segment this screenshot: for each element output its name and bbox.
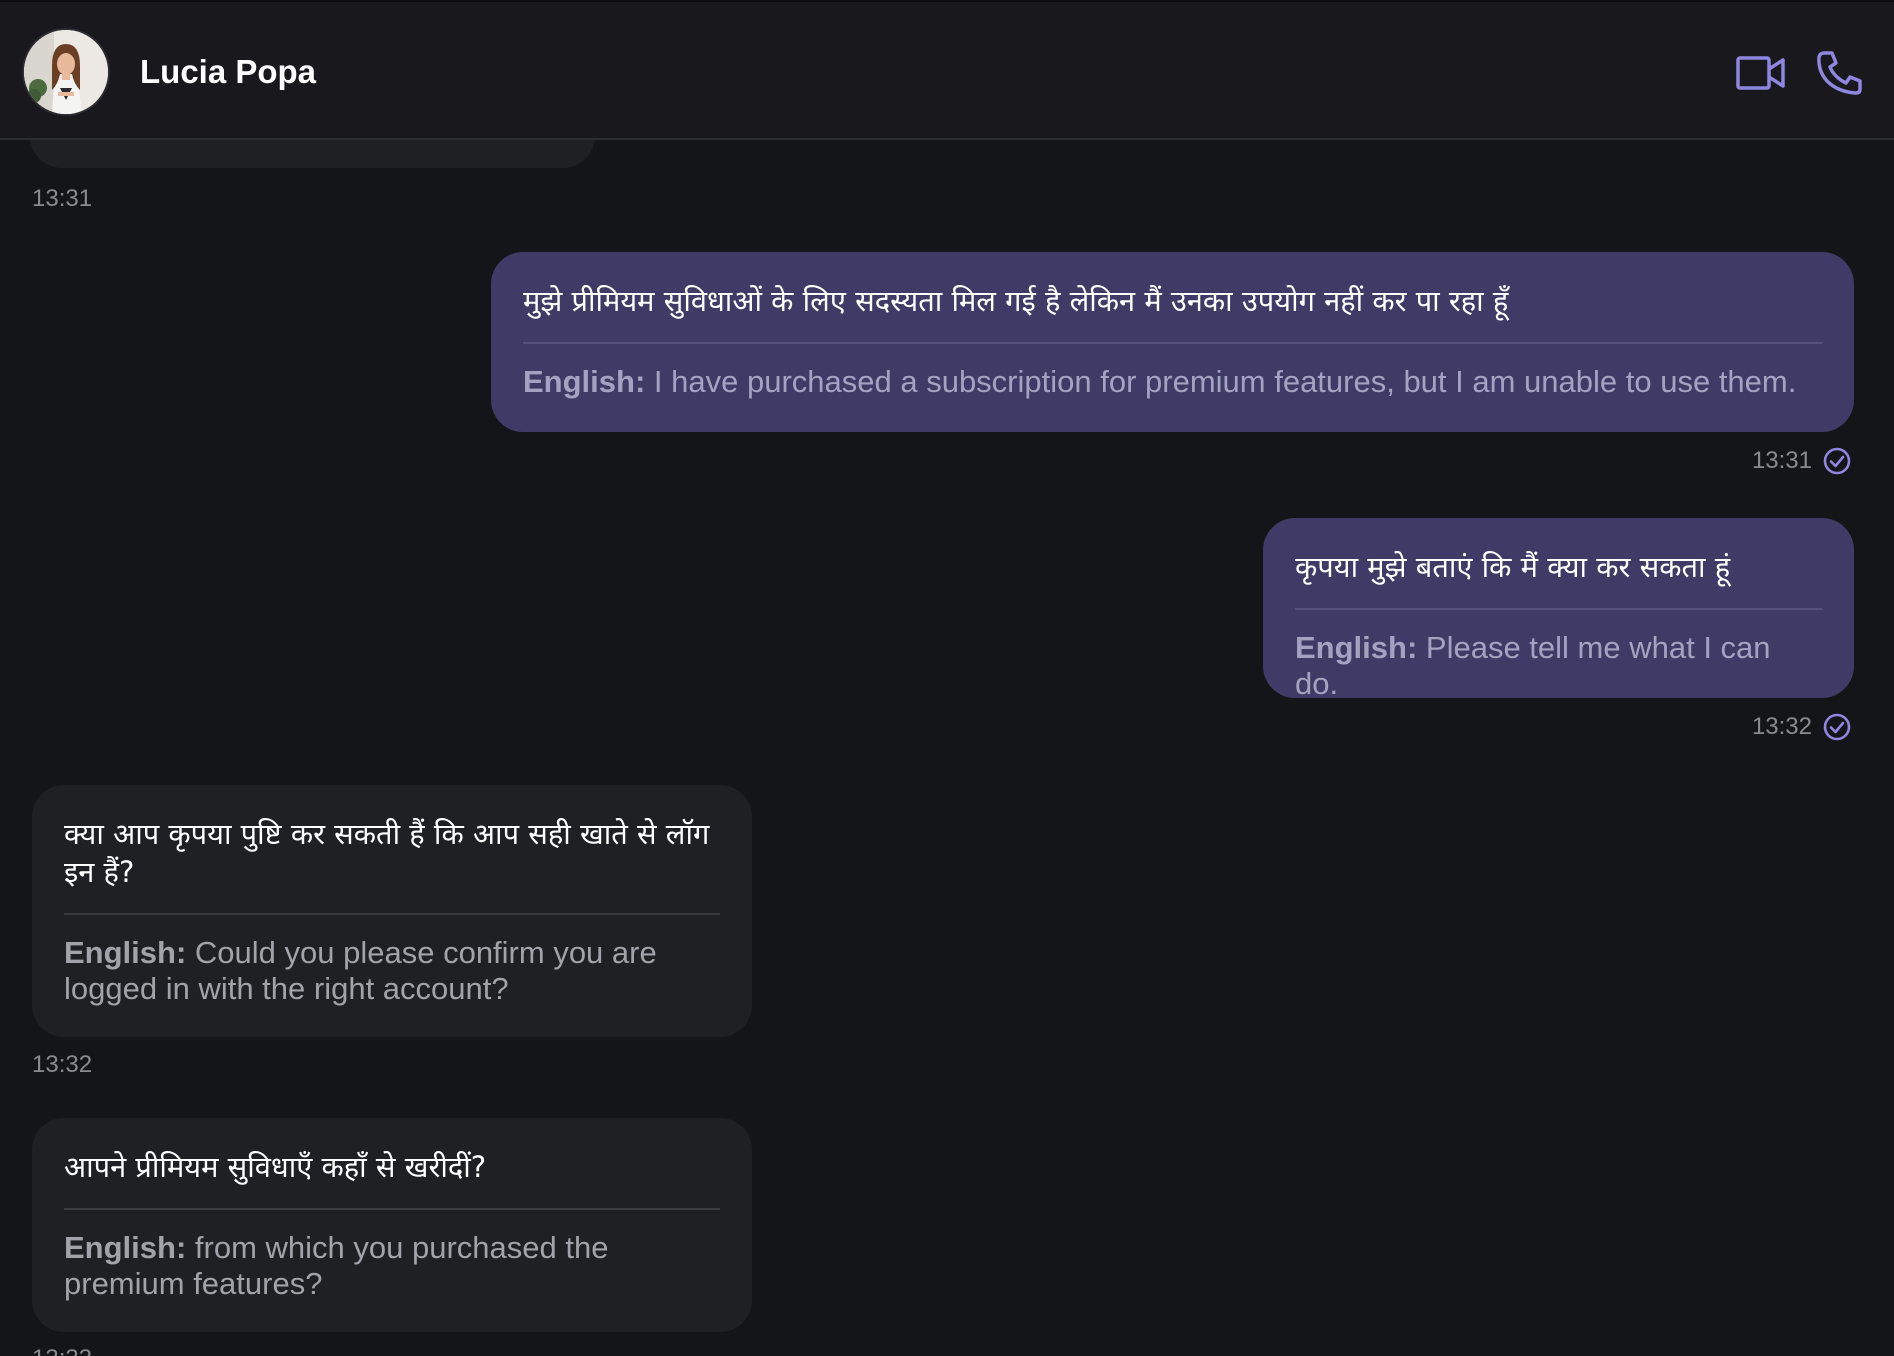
read-check-icon <box>1823 447 1851 475</box>
message-bubble-outgoing[interactable]: कृपया मुझे बताएं कि मैं क्या कर सकता हूं… <box>1263 518 1854 701</box>
message-timestamp: 13:31 <box>1751 447 1812 474</box>
message-bubble-incoming[interactable]: आपने प्रीमियम सुविधाएँ कहाँ से खरीदीं? E… <box>32 1118 752 1332</box>
divider <box>1295 608 1822 610</box>
video-camera-icon <box>1736 56 1785 90</box>
translation-label: English: <box>64 1230 187 1265</box>
read-check-icon <box>1823 713 1851 741</box>
voice-call-button[interactable] <box>1814 47 1866 99</box>
message-original-text: कृपया मुझे बताएं कि मैं क्या कर सकता हूं <box>1295 550 1731 584</box>
message-original-text: मुझे प्रीमियम सुविधाओं के लिए सदस्यता मि… <box>523 284 1509 318</box>
message-list[interactable]: 13:31 मुझे प्रीमियम सुविधाओं के लिए सदस्… <box>0 140 1894 1356</box>
divider <box>64 1208 720 1210</box>
profile-photo <box>24 30 108 114</box>
translation-text: I have purchased a subscription for prem… <box>653 364 1797 399</box>
message-timestamp: 13:32 <box>32 1051 93 1078</box>
message-timestamp: 13:33 <box>32 1344 92 1356</box>
message-bubble-incoming[interactable] <box>30 140 595 168</box>
translation-label: English: <box>64 935 187 970</box>
message-translation: English: Please tell me what I can do. <box>1295 630 1822 702</box>
divider <box>64 913 720 915</box>
message-bubble-incoming[interactable]: क्या आप कृपया पुष्टि कर सकती हैं कि आप स… <box>32 785 752 1037</box>
translation-label: English: <box>1295 630 1418 665</box>
message-timestamp: 13:32 <box>1751 713 1812 740</box>
phone-icon <box>1817 51 1862 95</box>
contact-name: Lucia Popa <box>140 53 317 90</box>
message-translation: English: I have purchased a subscription… <box>523 364 1822 400</box>
divider <box>523 342 1822 344</box>
translation-label: English: <box>523 364 646 399</box>
chat-header: Lucia Popa <box>0 0 1894 140</box>
message-translation: English: from which you purchased the pr… <box>64 1230 720 1302</box>
message-meta: 13:32 <box>1752 712 1852 742</box>
message-original-text: आपने प्रीमियम सुविधाएँ कहाँ से खरीदीं? <box>64 1150 487 1184</box>
message-timestamp: 13:31 <box>32 185 93 212</box>
video-call-button[interactable] <box>1735 47 1787 99</box>
message-bubble-outgoing[interactable]: मुझे प्रीमियम सुविधाओं के लिए सदस्यता मि… <box>491 252 1854 432</box>
message-translation: English: Could you please confirm you ar… <box>64 935 720 1007</box>
message-meta: 13:31 <box>1752 446 1852 476</box>
message-original-text: क्या आप कृपया पुष्टि कर सकती हैं कि आप स… <box>64 817 710 889</box>
avatar[interactable] <box>24 30 108 114</box>
chat-window: Lucia Popa 13:31 मुझे प्रीमियम सुविधाओं … <box>0 0 1894 1356</box>
